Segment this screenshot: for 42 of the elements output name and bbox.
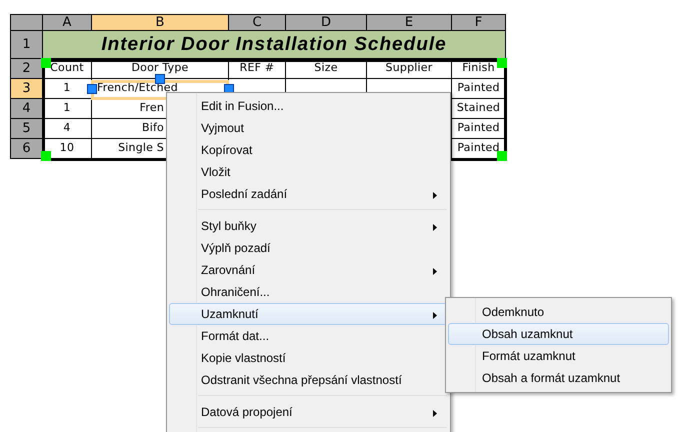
menu-item[interactable]: Formát dat...: [169, 325, 448, 347]
table-cell: 1: [43, 99, 92, 119]
menu-item[interactable]: Obsah uzamknut: [448, 323, 669, 345]
row-header[interactable]: 6: [11, 139, 43, 159]
column-header[interactable]: F: [452, 15, 506, 31]
menu-item[interactable]: Styl buňky: [169, 215, 448, 237]
menu-item[interactable]: Výplň pozadí: [169, 237, 448, 259]
corner-grip-icon[interactable]: [41, 151, 51, 161]
sheet-title: Interior Door Installation Schedule: [101, 35, 447, 54]
table-cell: 4: [43, 119, 92, 139]
corner-cell[interactable]: [11, 15, 43, 31]
grip-handle-icon[interactable]: [155, 74, 165, 84]
row-header[interactable]: 4: [11, 99, 43, 119]
corner-grip-icon[interactable]: [497, 151, 507, 161]
submenu-arrow-icon: [433, 312, 437, 319]
row-header[interactable]: 1: [11, 31, 43, 59]
menu-item[interactable]: Uzamknutí: [169, 303, 448, 325]
menu-item[interactable]: Formát uzamknut: [448, 345, 669, 367]
column-header[interactable]: A: [43, 15, 92, 31]
corner-grip-icon[interactable]: [497, 58, 507, 68]
submenu-arrow-icon: [433, 192, 437, 199]
submenu-arrow-icon: [433, 224, 437, 231]
menu-item[interactable]: Kopie vlastností: [169, 347, 448, 369]
grip-handle-icon[interactable]: [87, 84, 97, 94]
menu-item[interactable]: Ohraničení...: [169, 281, 448, 303]
column-header[interactable]: D: [286, 15, 367, 31]
menu-item[interactable]: Zarovnání: [169, 259, 448, 281]
column-header[interactable]: B: [92, 15, 229, 31]
row-header[interactable]: 2: [11, 59, 43, 79]
column-header[interactable]: C: [229, 15, 286, 31]
menu-item[interactable]: Datová propojení: [169, 401, 448, 423]
menu-item[interactable]: Odstranit všechna přepsání vlastností: [169, 369, 448, 391]
row-header[interactable]: 5: [11, 119, 43, 139]
column-header[interactable]: E: [367, 15, 452, 31]
row-header[interactable]: 3: [11, 79, 43, 99]
menu-item[interactable]: Vložit: [169, 161, 448, 183]
menu-item[interactable]: Obsah a formát uzamknut: [448, 367, 669, 389]
menu-item[interactable]: Poslední zadání: [169, 183, 448, 205]
submenu-arrow-icon: [433, 410, 437, 417]
corner-grip-icon[interactable]: [41, 58, 51, 68]
submenu-arrow-icon: [433, 268, 437, 275]
menu-item[interactable]: Odemknuto: [448, 301, 669, 323]
